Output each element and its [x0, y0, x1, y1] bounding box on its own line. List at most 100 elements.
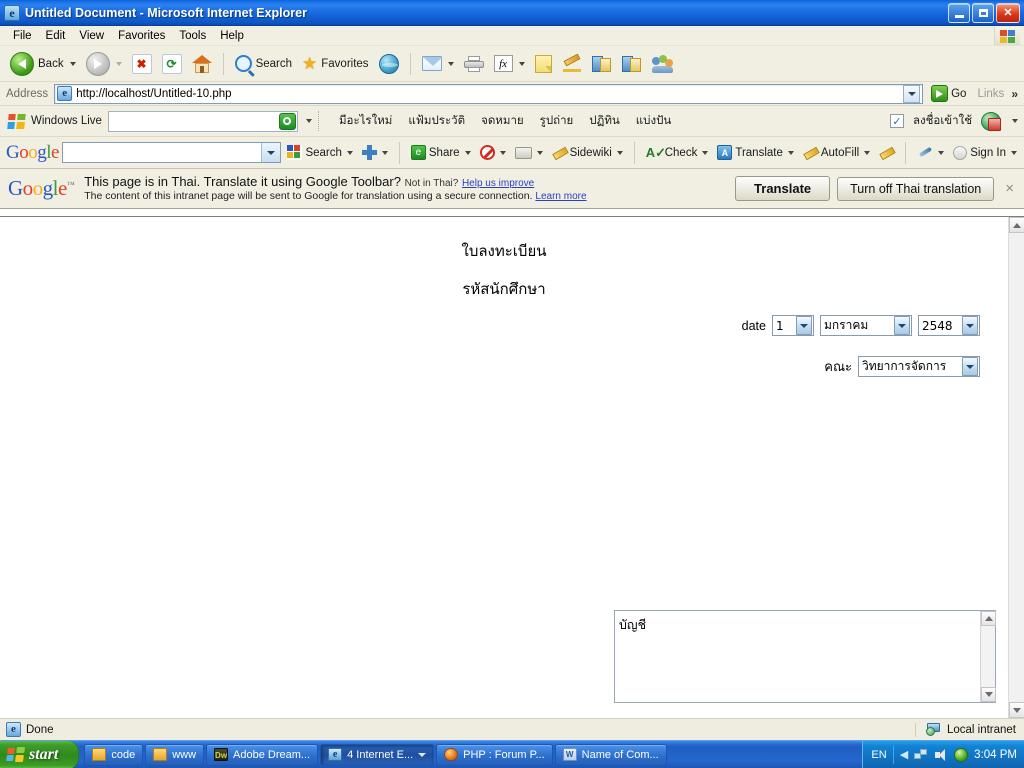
- google-share-button[interactable]: e Share: [408, 143, 474, 162]
- address-dropdown-icon[interactable]: [903, 84, 921, 103]
- sign-in-caret-icon[interactable]: [1011, 150, 1018, 155]
- checkbox-icon[interactable]: ✓: [889, 114, 904, 128]
- task-button-code[interactable]: code: [84, 743, 144, 766]
- settings-caret-icon[interactable]: [938, 150, 945, 155]
- day-select[interactable]: 1: [772, 315, 814, 336]
- wl-sign-in-link[interactable]: ลงชื่อเข้าใช้: [913, 112, 972, 130]
- bookmarks-caret-icon[interactable]: [536, 150, 543, 155]
- back-button[interactable]: Back: [6, 50, 80, 78]
- year-select[interactable]: 2548: [918, 315, 980, 336]
- menu-item-view[interactable]: View: [72, 28, 111, 44]
- show-hidden-icons-icon[interactable]: ◀: [900, 748, 908, 761]
- address-input[interactable]: http://localhost/Untitled-10.php: [54, 83, 924, 104]
- wl-link-calendar[interactable]: ปฏิทิน: [589, 112, 619, 130]
- task-button-word-document[interactable]: W Name of Com...: [554, 743, 667, 766]
- notes-button[interactable]: [531, 53, 556, 75]
- menu-item-favorites[interactable]: Favorites: [111, 28, 172, 44]
- go-button[interactable]: Go: [927, 84, 970, 103]
- windows-live-search-dropdown-icon[interactable]: [305, 119, 312, 123]
- task-button-php-forum[interactable]: PHP : Forum P...: [436, 743, 553, 766]
- google-bookmarks-button[interactable]: [512, 145, 546, 161]
- google-sidewiki-button[interactable]: Sidewiki: [549, 144, 626, 162]
- menu-item-file[interactable]: File: [6, 28, 39, 44]
- wl-overflow-dropdown-icon[interactable]: [1012, 119, 1018, 123]
- google-settings-button[interactable]: [914, 143, 947, 162]
- google-search-button[interactable]: Search: [284, 143, 355, 162]
- close-button[interactable]: ✕: [996, 2, 1020, 23]
- antivirus-icon[interactable]: [954, 747, 969, 762]
- chevron-double-right-icon[interactable]: »: [1011, 87, 1022, 101]
- network-icon[interactable]: [914, 748, 928, 761]
- wl-link-mail[interactable]: จดหมาย: [481, 112, 524, 130]
- start-button[interactable]: start: [0, 740, 80, 768]
- chevron-down-icon[interactable]: [894, 316, 910, 335]
- turn-off-thai-translation-button[interactable]: Turn off Thai translation: [837, 176, 995, 201]
- messenger-button[interactable]: [648, 53, 677, 75]
- media-button[interactable]: [375, 52, 403, 76]
- favorites-button[interactable]: ★ Favorites: [298, 53, 373, 74]
- check-caret-icon[interactable]: [702, 150, 709, 155]
- page-scrollbar[interactable]: [1008, 217, 1024, 718]
- search-icon[interactable]: [278, 112, 296, 130]
- print-button[interactable]: [460, 54, 488, 74]
- scroll-down-icon[interactable]: [1008, 702, 1024, 718]
- faculty-select[interactable]: วิทยาการจัดการ: [858, 356, 980, 377]
- back-dropdown-icon[interactable]: [69, 61, 76, 66]
- search-button[interactable]: Search: [231, 53, 296, 74]
- menu-item-edit[interactable]: Edit: [39, 28, 73, 44]
- edit-button[interactable]: fx: [490, 53, 529, 74]
- google-check-button[interactable]: A✓ Check: [643, 144, 712, 162]
- pdf-globe-icon[interactable]: [981, 111, 1001, 131]
- chevron-down-icon[interactable]: [796, 316, 812, 335]
- task-button-www[interactable]: www: [145, 743, 205, 766]
- share-caret-icon[interactable]: [464, 150, 471, 155]
- scroll-up-icon[interactable]: [981, 611, 996, 626]
- list-item[interactable]: บัญชี: [619, 615, 980, 635]
- edit-dropdown-icon[interactable]: [518, 61, 525, 66]
- major-listbox[interactable]: บัญชี: [614, 610, 996, 703]
- task-group-caret-icon[interactable]: [418, 752, 427, 757]
- language-indicator[interactable]: EN: [871, 749, 886, 761]
- stop-button[interactable]: ✖: [128, 52, 156, 76]
- task-button-dreamweaver[interactable]: Dw Adobe Dream...: [206, 743, 319, 766]
- google-translate-button[interactable]: A Translate: [714, 143, 797, 162]
- highlight-button[interactable]: [558, 53, 586, 75]
- month-select[interactable]: มกราคม: [820, 315, 912, 336]
- chevron-down-icon[interactable]: [962, 316, 978, 335]
- scroll-down-icon[interactable]: [981, 687, 996, 702]
- mail-dropdown-icon[interactable]: [447, 61, 454, 66]
- clock[interactable]: 3:04 PM: [974, 749, 1017, 761]
- sidewiki-caret-icon[interactable]: [616, 150, 623, 155]
- home-button[interactable]: [188, 53, 216, 75]
- wl-link-share[interactable]: แบ่งปัน: [636, 112, 672, 130]
- autofill-caret-icon[interactable]: [864, 150, 871, 155]
- menu-item-tools[interactable]: Tools: [172, 28, 213, 44]
- google-highlight-button[interactable]: [876, 144, 897, 162]
- learn-more-link[interactable]: Learn more: [535, 191, 586, 202]
- listbox-scrollbar[interactable]: [980, 611, 996, 702]
- wl-link-profile[interactable]: แฟ้มประวัติ: [408, 112, 465, 130]
- wl-link-photos[interactable]: รูปถ่าย: [540, 112, 574, 130]
- chevron-down-icon[interactable]: [962, 357, 978, 376]
- popup-caret-icon[interactable]: [499, 150, 506, 155]
- volume-icon[interactable]: [934, 748, 948, 761]
- forward-dropdown-icon[interactable]: [115, 61, 122, 66]
- maximize-button[interactable]: [972, 2, 994, 23]
- translate-caret-icon[interactable]: [787, 150, 794, 155]
- forward-button[interactable]: [82, 50, 126, 78]
- google-autofill-button[interactable]: AutoFill: [800, 144, 873, 162]
- google-search-input[interactable]: [61, 142, 282, 163]
- minimize-button[interactable]: [948, 2, 970, 23]
- windows-live-search-input[interactable]: [107, 110, 298, 132]
- google-search-dropdown-icon[interactable]: [261, 143, 281, 162]
- refresh-button[interactable]: ⟳: [158, 52, 186, 76]
- plus-caret-icon[interactable]: [381, 150, 388, 155]
- onenote-button[interactable]: [588, 53, 616, 75]
- address-value[interactable]: http://localhost/Untitled-10.php: [76, 88, 899, 100]
- google-search-caret-icon[interactable]: [346, 150, 353, 155]
- help-us-improve-link[interactable]: Help us improve: [462, 178, 534, 189]
- task-button-internet-explorer[interactable]: e 4 Internet E...: [320, 743, 435, 766]
- mail-button[interactable]: [418, 54, 458, 73]
- google-popup-blocker-button[interactable]: [477, 143, 509, 162]
- translate-button[interactable]: Translate: [735, 176, 831, 201]
